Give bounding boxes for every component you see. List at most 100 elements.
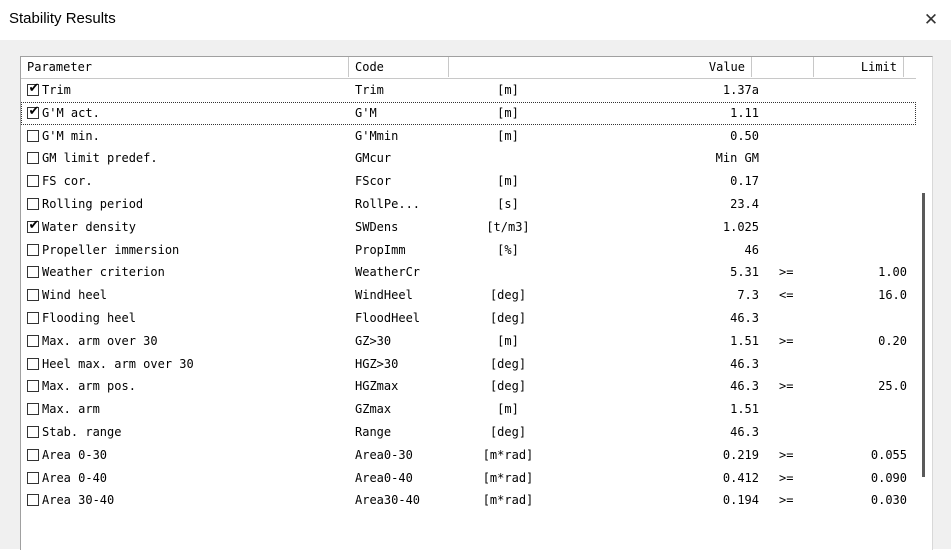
cell-code: Range bbox=[355, 425, 392, 439]
cell-limit: 0.090 bbox=[870, 470, 907, 485]
table-row[interactable]: GM limit predef. GMcur Min GM bbox=[21, 147, 916, 170]
vertical-scrollbar[interactable] bbox=[918, 79, 932, 550]
column-header-op[interactable] bbox=[752, 57, 814, 77]
scrollbar-thumb[interactable] bbox=[922, 193, 925, 477]
cell-code: HGZmax bbox=[355, 379, 399, 394]
cell-unit: [m] bbox=[497, 83, 519, 97]
table-row[interactable]: ✔ Trim Trim [m] 1.37a bbox=[21, 79, 916, 102]
cell-code: RollPe... bbox=[355, 197, 421, 211]
cell-parameter: Max. arm bbox=[42, 402, 100, 417]
cell-parameter: Area 30-40 bbox=[42, 493, 115, 508]
cell-parameter: Weather criterion bbox=[42, 265, 165, 280]
checkmark-icon: ✔ bbox=[28, 103, 40, 119]
row-checkbox[interactable] bbox=[27, 152, 39, 165]
table-row[interactable]: Area 0-40 Area0-40 [m*rad] 0.412 >= 0.090 bbox=[21, 467, 916, 490]
table-row[interactable]: G'M min. G'Mmin [m] 0.50 bbox=[21, 125, 916, 148]
cell-unit: [m] bbox=[497, 174, 519, 189]
cell-value: 0.50 bbox=[730, 128, 759, 143]
table-row[interactable]: Heel max. arm over 30 HGZ>30 [deg] 46.3 bbox=[21, 353, 916, 376]
cell-parameter: FS cor. bbox=[42, 174, 93, 189]
cell-parameter: Rolling period bbox=[42, 197, 144, 211]
column-header-parameter[interactable]: Parameter bbox=[21, 57, 349, 77]
cell-unit: [m*rad] bbox=[482, 447, 534, 462]
cell-operator: >= bbox=[779, 470, 794, 485]
row-checkbox[interactable] bbox=[27, 357, 39, 370]
table-row[interactable]: Max. arm GZmax [m] 1.51 bbox=[21, 398, 916, 421]
cell-code: GZmax bbox=[355, 402, 392, 417]
table-row[interactable]: Propeller immersion PropImm [%] 46 bbox=[21, 239, 916, 262]
cell-operator: >= bbox=[779, 265, 794, 280]
row-checkbox[interactable] bbox=[27, 403, 39, 416]
table-row[interactable]: Weather criterion WeatherCr 5.31 >= 1.00 bbox=[21, 261, 916, 284]
row-checkbox[interactable] bbox=[27, 266, 39, 279]
table-row[interactable]: FS cor. FScor [m] 0.17 bbox=[21, 170, 916, 193]
table-row[interactable]: Area 0-30 Area0-30 [m*rad] 0.219 >= 0.055 bbox=[21, 444, 916, 467]
cell-operator: >= bbox=[779, 379, 794, 394]
cell-parameter: Max. arm pos. bbox=[42, 379, 136, 394]
cell-value: 46 bbox=[744, 242, 759, 257]
checkmark-icon: ✔ bbox=[28, 81, 40, 96]
cell-unit: [m] bbox=[497, 402, 519, 417]
row-checkbox[interactable] bbox=[27, 380, 39, 393]
cell-parameter: Trim bbox=[42, 83, 71, 97]
row-checkbox[interactable] bbox=[27, 289, 39, 302]
row-checkbox[interactable]: ✔ bbox=[27, 218, 39, 233]
row-checkbox[interactable] bbox=[27, 129, 39, 142]
cell-value: 0.412 bbox=[722, 470, 759, 485]
row-checkbox[interactable]: ✔ bbox=[27, 81, 39, 96]
table-row[interactable]: Flooding heel FloodHeel [deg] 46.3 bbox=[21, 307, 916, 330]
table-row[interactable]: Max. arm pos. HGZmax [deg] 46.3 >= 25.0 bbox=[21, 375, 916, 398]
row-checkbox[interactable] bbox=[27, 494, 39, 507]
cell-limit: 16.0 bbox=[878, 288, 907, 303]
cell-parameter: Area 0-30 bbox=[42, 447, 108, 462]
cell-code: GZ>30 bbox=[355, 333, 392, 348]
cell-operator: <= bbox=[779, 288, 794, 303]
checkmark-icon: ✔ bbox=[28, 217, 40, 233]
row-checkbox[interactable] bbox=[27, 312, 39, 324]
close-icon[interactable]: ✕ bbox=[918, 8, 944, 32]
cell-value: 1.025 bbox=[722, 219, 759, 234]
cell-value: 1.37a bbox=[722, 83, 759, 97]
results-list[interactable]: Parameter Code Value Limit ✔ Trim Trim [m] 1… bbox=[20, 56, 933, 550]
cell-unit: [m] bbox=[497, 105, 519, 120]
row-checkbox[interactable] bbox=[27, 198, 39, 210]
table-row[interactable]: Stab. range Range [deg] 46.3 bbox=[21, 421, 916, 444]
column-header-code[interactable]: Code bbox=[349, 57, 449, 77]
cell-code: Trim bbox=[355, 83, 384, 97]
row-checkbox[interactable] bbox=[27, 448, 39, 461]
cell-unit: [deg] bbox=[489, 379, 527, 394]
row-checkbox[interactable] bbox=[27, 426, 39, 438]
cell-parameter: Wind heel bbox=[42, 288, 108, 303]
column-header-value[interactable]: Value bbox=[449, 57, 752, 77]
cell-code: WeatherCr bbox=[355, 265, 421, 280]
row-checkbox[interactable] bbox=[27, 243, 39, 256]
table-row[interactable]: Wind heel WindHeel [deg] 7.3 <= 16.0 bbox=[21, 284, 916, 307]
cell-value: 1.11 bbox=[730, 105, 759, 120]
table-row[interactable]: Area 30-40 Area30-40 [m*rad] 0.194 >= 0.030 bbox=[21, 489, 916, 512]
cell-value: 46.3 bbox=[730, 311, 759, 325]
row-checkbox[interactable] bbox=[27, 471, 39, 484]
cell-code: FScor bbox=[355, 174, 392, 189]
table-row[interactable]: ✔ Water density SWDens [t/m3] 1.025 bbox=[21, 216, 916, 239]
cell-unit: [%] bbox=[497, 242, 519, 257]
cell-value: 23.4 bbox=[730, 197, 759, 211]
cell-value: 46.3 bbox=[730, 379, 759, 394]
column-header-limit[interactable]: Limit bbox=[814, 57, 904, 77]
table-row[interactable]: ✔ G'M act. G'M [m] 1.11 bbox=[21, 101, 916, 125]
cell-parameter: Flooding heel bbox=[42, 311, 136, 325]
cell-value: 0.194 bbox=[722, 493, 759, 508]
row-checkbox[interactable] bbox=[27, 334, 39, 347]
row-checkbox[interactable] bbox=[27, 175, 39, 188]
cell-operator: >= bbox=[779, 493, 794, 508]
cell-parameter: GM limit predef. bbox=[42, 151, 158, 166]
cell-parameter: G'M act. bbox=[42, 105, 100, 120]
cell-unit: [m] bbox=[497, 333, 519, 348]
cell-code: Area0-30 bbox=[355, 447, 413, 462]
cell-unit: [deg] bbox=[489, 356, 527, 371]
cell-parameter: Area 0-40 bbox=[42, 470, 108, 485]
table-row[interactable]: Rolling period RollPe... [s] 23.4 bbox=[21, 193, 916, 216]
cell-value: 0.219 bbox=[722, 447, 759, 462]
table-row[interactable]: Max. arm over 30 GZ>30 [m] 1.51 >= 0.20 bbox=[21, 330, 916, 353]
cell-code: WindHeel bbox=[355, 288, 413, 303]
row-checkbox[interactable]: ✔ bbox=[27, 104, 39, 119]
